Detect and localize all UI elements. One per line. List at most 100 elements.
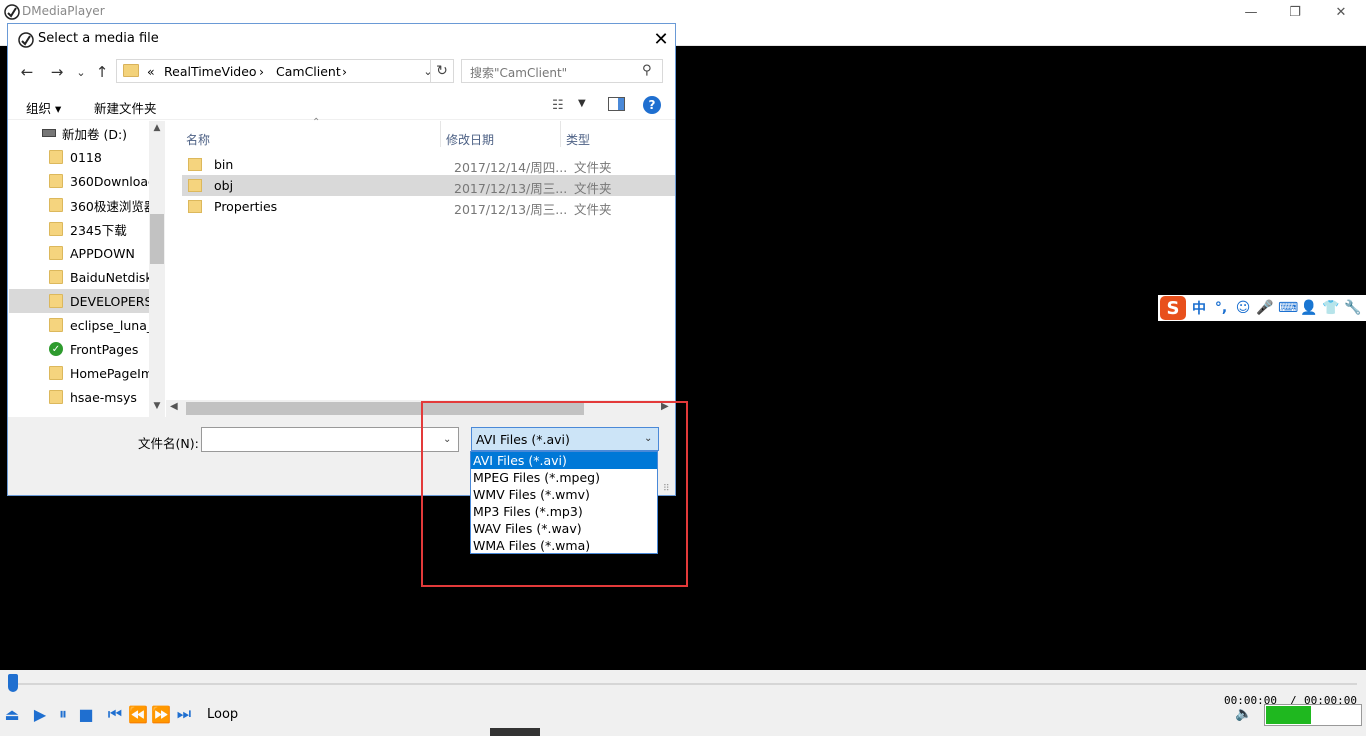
- pause-icon[interactable]: ⏸: [53, 704, 73, 723]
- tree-item-folder[interactable]: 2345下载: [9, 217, 149, 241]
- fast-forward-icon[interactable]: ⏩: [151, 705, 171, 724]
- folder-icon: [49, 366, 63, 380]
- ime-user-icon[interactable]: 👤: [1300, 300, 1318, 316]
- tree-item-label: 2345下载: [70, 222, 127, 238]
- breadcrumb-camclient[interactable]: CamClient: [276, 64, 341, 79]
- minimize-button[interactable]: —: [1228, 0, 1274, 24]
- tree-scrollbar[interactable]: ▲ ▼: [149, 121, 165, 417]
- skip-first-icon[interactable]: ⏮: [105, 704, 125, 723]
- search-input[interactable]: 搜索"CamClient" ⚲: [461, 59, 663, 83]
- file-row-selected[interactable]: obj 2017/12/13/周三... 文件夹: [182, 175, 675, 196]
- tree-item-folder[interactable]: 360极速浏览器: [9, 193, 149, 217]
- view-options-icon[interactable]: ☷: [552, 98, 564, 113]
- folder-icon: [188, 158, 202, 171]
- app-title: DMediaPlayer: [22, 4, 105, 18]
- tree-scroll-thumb[interactable]: [150, 214, 164, 264]
- ime-chinese-mode-icon[interactable]: 中: [1190, 298, 1208, 318]
- eject-icon[interactable]: ⏏: [2, 705, 22, 724]
- stop-icon[interactable]: ■: [76, 705, 96, 724]
- preview-pane-icon[interactable]: [608, 97, 625, 111]
- tree-item-drive-d[interactable]: 新加卷 (D:): [9, 121, 149, 145]
- breadcrumb-overflow[interactable]: «: [147, 64, 155, 79]
- scroll-down-icon[interactable]: ▼: [149, 401, 165, 411]
- tree-item-label: 新加卷 (D:): [62, 126, 128, 142]
- ime-settings-icon[interactable]: 🔧: [1344, 300, 1362, 316]
- file-date: 2017/12/13/周三...: [454, 181, 568, 196]
- dialog-toolbar: 组织 ▾ 新建文件夹 ☷ ▼ ?: [8, 90, 675, 120]
- dialog-close-button[interactable]: ✕: [648, 26, 674, 52]
- search-icon[interactable]: ⚲: [642, 63, 652, 78]
- column-header-type[interactable]: 类型: [566, 131, 590, 148]
- drive-icon: [42, 129, 56, 137]
- column-header-name[interactable]: 名称: [186, 131, 210, 148]
- skip-last-icon[interactable]: ⏭: [174, 704, 194, 723]
- breadcrumb-realtimevideo[interactable]: RealTimeVideo: [164, 64, 257, 79]
- forward-button[interactable]: →: [46, 62, 68, 82]
- folder-icon: [49, 174, 63, 188]
- file-row[interactable]: Properties 2017/12/13/周三... 文件夹: [182, 196, 675, 217]
- sogou-logo-icon[interactable]: S: [1160, 296, 1186, 320]
- file-name: obj: [214, 178, 234, 193]
- tree-item-folder-selected[interactable]: DEVELOPERS: [9, 289, 149, 313]
- tree-item-label: eclipse_luna_S: [70, 317, 149, 333]
- folder-icon: [49, 222, 63, 236]
- tree-item-folder[interactable]: ✓ FrontPages: [9, 337, 149, 361]
- folder-icon: [49, 246, 63, 260]
- back-button[interactable]: ←: [16, 62, 38, 82]
- navigation-tree[interactable]: 新加卷 (D:) 0118 360Downloads 360极速浏览器 2345…: [9, 121, 164, 417]
- tree-item-folder[interactable]: 360Downloads: [9, 169, 149, 193]
- scroll-up-icon[interactable]: ▲: [149, 123, 165, 133]
- close-button[interactable]: ✕: [1318, 0, 1364, 24]
- folder-icon: [188, 179, 202, 192]
- tree-item-label: 0118: [70, 149, 102, 165]
- file-type: 文件夹: [574, 202, 612, 217]
- folder-icon: [49, 390, 63, 404]
- file-row[interactable]: bin 2017/12/14/周四... 文件夹: [182, 154, 675, 175]
- folder-icon: [49, 294, 63, 308]
- ime-voice-icon[interactable]: 🎤: [1256, 300, 1274, 316]
- tree-item-label: DEVELOPERS: [70, 293, 149, 309]
- play-icon[interactable]: ▶: [30, 705, 50, 724]
- sync-check-icon: ✓: [49, 342, 63, 356]
- seek-thumb[interactable]: [8, 674, 18, 692]
- up-button[interactable]: ↑: [91, 62, 113, 82]
- recent-locations-button[interactable]: ⌄: [70, 62, 92, 82]
- folder-icon: [49, 150, 63, 164]
- refresh-button[interactable]: ↻: [430, 59, 454, 83]
- organize-button[interactable]: 组织 ▾: [26, 98, 61, 117]
- restore-button[interactable]: ❐: [1272, 0, 1318, 24]
- view-dropdown-icon[interactable]: ▼: [578, 98, 586, 109]
- tree-item-folder[interactable]: hsae-msys: [9, 385, 149, 409]
- help-icon[interactable]: ?: [643, 96, 661, 114]
- tree-item-folder[interactable]: APPDOWN: [9, 241, 149, 265]
- tree-item-label: hsae-msys: [70, 389, 137, 405]
- tree-item-folder[interactable]: 0118: [9, 145, 149, 169]
- ime-emoji-icon[interactable]: ☺: [1234, 300, 1252, 316]
- ime-skin-icon[interactable]: 👕: [1322, 300, 1340, 316]
- breadcrumb-separator[interactable]: ›: [342, 64, 347, 79]
- scroll-left-icon[interactable]: ◀: [170, 401, 178, 412]
- ime-keyboard-icon[interactable]: ⌨: [1278, 300, 1298, 316]
- breadcrumb-separator[interactable]: ›: [259, 64, 264, 79]
- rewind-icon[interactable]: ⏪: [128, 705, 148, 724]
- tree-item-folder[interactable]: eclipse_luna_S: [9, 313, 149, 337]
- tree-item-label: BaiduNetdisk: [70, 269, 149, 285]
- folder-icon: [49, 318, 63, 332]
- file-list[interactable]: 名称 ⌃ 修改日期 类型 bin 2017/12/14/周四... 文件夹 ob…: [166, 117, 675, 417]
- dialog-title: Select a media file: [38, 31, 159, 46]
- tree-item-folder[interactable]: HomePageIm: [9, 361, 149, 385]
- column-header-date[interactable]: 修改日期: [446, 131, 494, 148]
- ime-punctuation-icon[interactable]: °,: [1212, 300, 1230, 316]
- file-name: bin: [214, 157, 234, 172]
- new-folder-button[interactable]: 新建文件夹: [94, 98, 157, 117]
- tree-item-label: APPDOWN: [70, 245, 135, 261]
- tree-item-folder[interactable]: BaiduNetdisk: [9, 265, 149, 289]
- seek-track[interactable]: [12, 683, 1357, 685]
- column-divider[interactable]: [560, 121, 561, 147]
- column-divider[interactable]: [440, 121, 441, 147]
- volume-icon[interactable]: 🔈: [1235, 706, 1252, 722]
- loop-toggle[interactable]: Loop: [207, 707, 238, 722]
- dialog-app-icon: [18, 32, 34, 48]
- address-bar[interactable]: « RealTimeVideo › CamClient › ⌄: [116, 59, 454, 83]
- filename-label: 文件名(N):: [138, 436, 199, 451]
